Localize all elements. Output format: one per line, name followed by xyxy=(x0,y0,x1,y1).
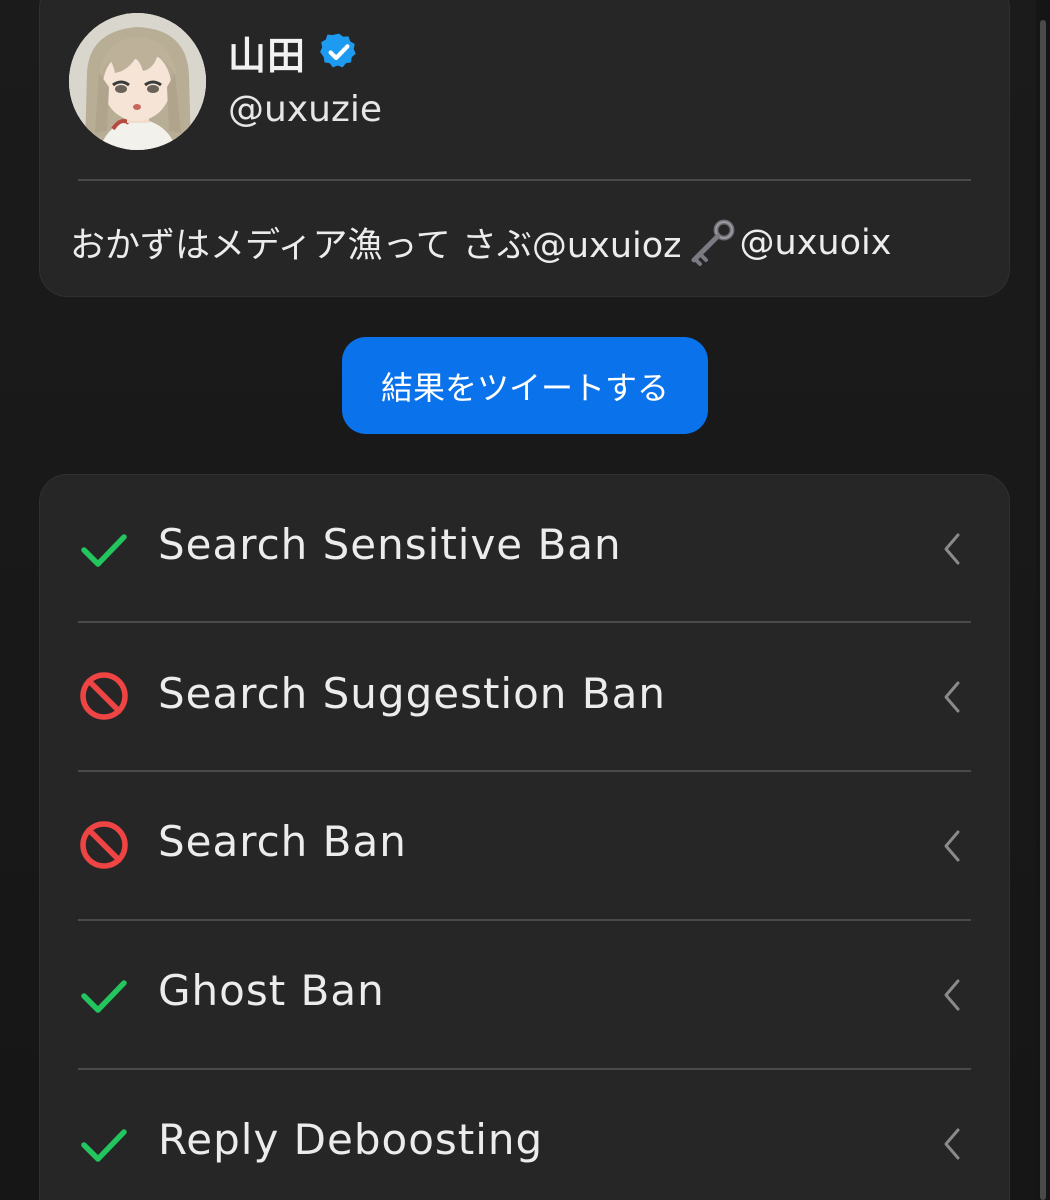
bio-text-end: @uxuoix xyxy=(739,222,892,263)
verified-badge-icon xyxy=(320,33,356,68)
check-icon xyxy=(81,534,127,567)
result-row-search-ban[interactable]: Search Ban xyxy=(40,772,1009,920)
avatar[interactable] xyxy=(69,13,206,150)
prohibited-icon xyxy=(80,672,128,720)
chevron-left-icon xyxy=(944,1128,960,1160)
key-emoji-icon xyxy=(691,219,735,266)
bio: おかずはメディア漁って さぶ@uxuioz @uxuoix xyxy=(70,217,891,268)
scrollbar-thumb[interactable] xyxy=(1040,20,1046,1200)
page: 山田 @uxuzie おかずはメディア漁って さぶ@uxuioz @uxuoix… xyxy=(0,0,1050,1200)
result-label: Search Ban xyxy=(158,817,407,866)
chevron-left-icon xyxy=(944,533,960,565)
bio-text-start: おかずはメディア漁って さぶ@uxuioz xyxy=(70,226,682,266)
chevron-left-icon xyxy=(944,830,960,862)
result-label: Search Suggestion Ban xyxy=(158,669,666,718)
tweet-result-button[interactable]: 結果をツイートする xyxy=(342,337,708,434)
result-row-ghost-ban[interactable]: Ghost Ban xyxy=(40,921,1009,1069)
result-row-search-suggestion-ban[interactable]: Search Suggestion Ban xyxy=(40,623,1009,771)
name-row: 山田 xyxy=(228,25,360,79)
results-card: Search Sensitive Ban Search Suggestion B… xyxy=(39,474,1010,1200)
chevron-left-icon xyxy=(944,681,960,713)
display-name[interactable]: 山田 xyxy=(228,25,306,80)
result-row-reply-deboosting[interactable]: Reply Deboosting xyxy=(40,1070,1009,1200)
profile-divider xyxy=(78,179,971,181)
prohibited-icon xyxy=(80,821,128,869)
check-icon xyxy=(81,1129,127,1162)
result-label: Ghost Ban xyxy=(158,966,385,1015)
result-row-search-sensitive-ban[interactable]: Search Sensitive Ban xyxy=(40,475,1009,623)
handle[interactable]: @uxuzie xyxy=(228,89,382,130)
profile-card: 山田 @uxuzie おかずはメディア漁って さぶ@uxuioz @uxuoix xyxy=(39,0,1010,297)
chevron-left-icon xyxy=(944,979,960,1011)
avatar-image xyxy=(69,13,206,150)
check-icon xyxy=(81,980,127,1013)
result-label: Reply Deboosting xyxy=(158,1115,544,1164)
result-label: Search Sensitive Ban xyxy=(158,520,622,569)
scrollbar-track[interactable] xyxy=(1036,0,1050,1200)
